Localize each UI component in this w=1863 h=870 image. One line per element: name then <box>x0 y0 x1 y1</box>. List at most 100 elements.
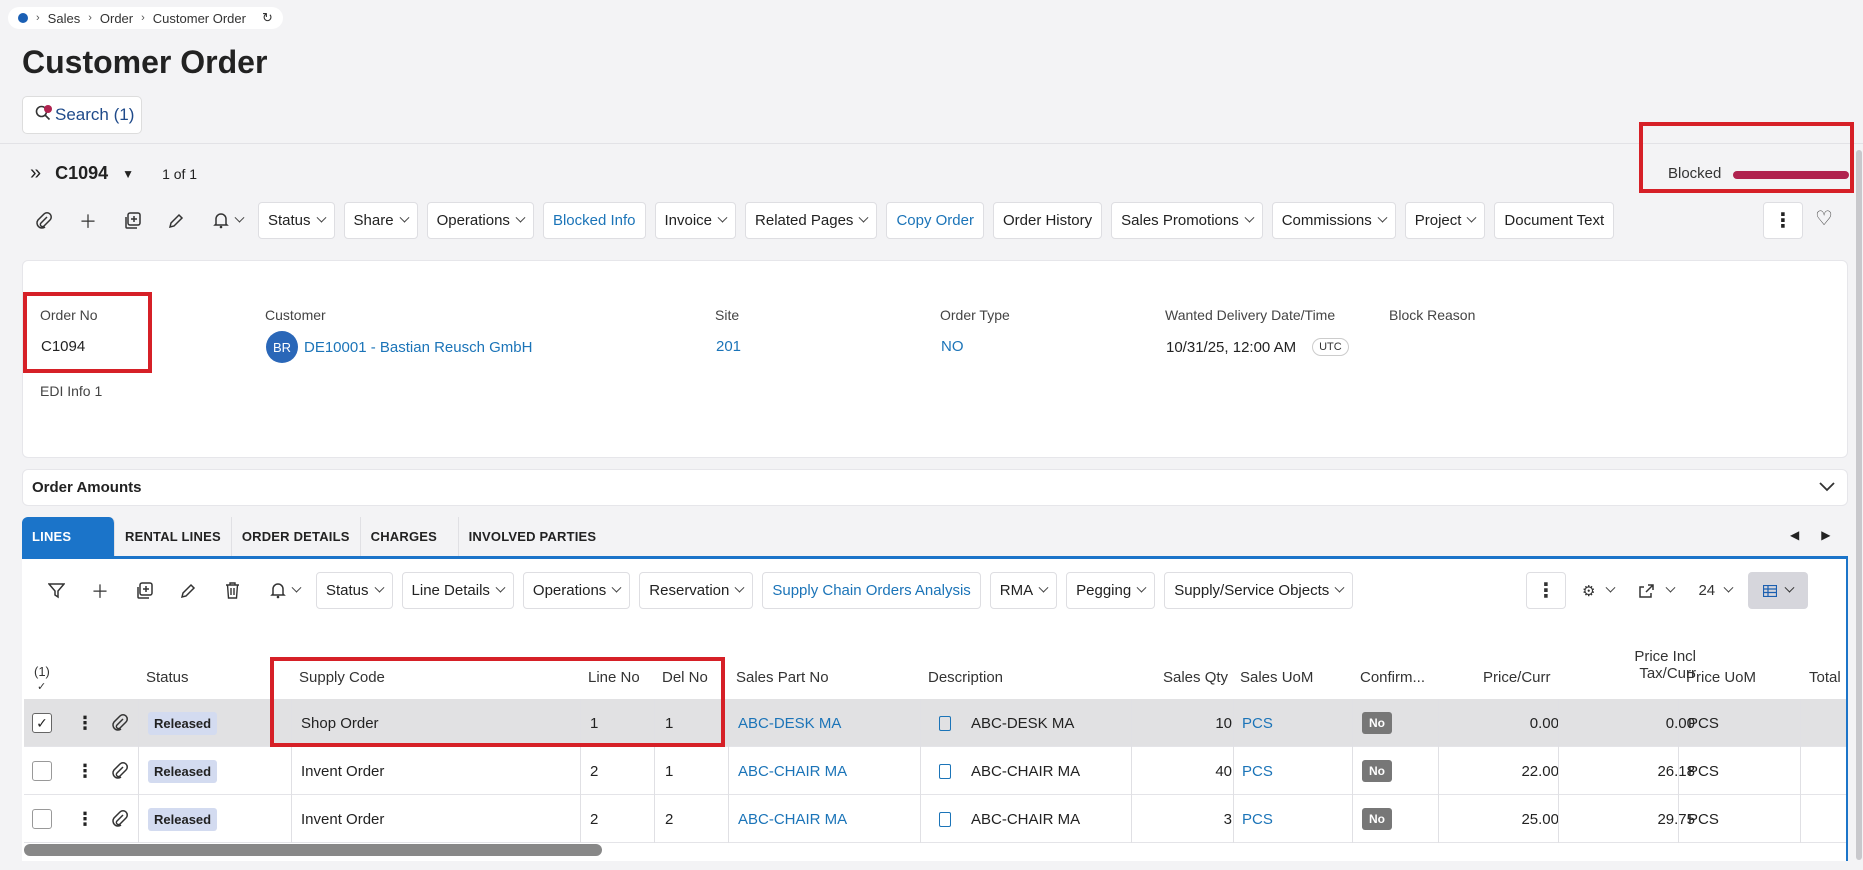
add-icon[interactable]: ＋ <box>78 572 122 609</box>
table-view-icon[interactable] <box>1748 572 1809 609</box>
expand-panel-icon[interactable]: » <box>30 162 41 185</box>
row-menu-icon[interactable]: ⋮ <box>76 795 94 843</box>
favorite-heart-icon[interactable]: ♡ <box>1815 206 1833 231</box>
commissions-button[interactable]: Commissions <box>1271 202 1396 239</box>
share-button[interactable]: Share <box>343 202 418 239</box>
sales-part-link[interactable]: ABC-CHAIR MA <box>738 747 847 795</box>
blocked-info-button[interactable]: Blocked Info <box>542 202 646 239</box>
tab-involved-parties[interactable]: INVOLVED PARTIES <box>458 517 607 556</box>
more-options-icon[interactable]: ⋮ <box>1526 572 1566 609</box>
check-icon[interactable]: ✓ <box>32 713 52 733</box>
breadcrumb-item-sales[interactable]: Sales <box>48 11 81 26</box>
row-menu-icon[interactable]: ⋮ <box>76 699 94 747</box>
supply-chain-orders-analysis-button[interactable]: Supply Chain Orders Analysis <box>762 572 981 609</box>
status-button[interactable]: Status <box>258 202 335 239</box>
search-button[interactable]: Search (1) <box>22 96 142 134</box>
export-icon[interactable] <box>1630 572 1682 609</box>
settings-gear-icon[interactable]: ⚙ <box>1574 572 1622 609</box>
table-row[interactable]: ⋮ Released Invent Order 2 1 ABC-CHAIR MA… <box>24 747 1846 795</box>
tab-order-details[interactable]: ORDER DETAILS <box>231 517 361 556</box>
vertical-scrollbar[interactable] <box>1856 150 1862 860</box>
description-cell: ABC-CHAIR MA <box>939 795 1080 843</box>
column-header-price-uom[interactable]: Price UoM <box>1686 669 1756 686</box>
column-header-total[interactable]: Total <box>1809 669 1841 686</box>
attachment-icon[interactable] <box>22 202 66 239</box>
document-icon[interactable] <box>939 763 951 779</box>
search-label: Search (1) <box>55 105 135 124</box>
project-button[interactable]: Project <box>1404 202 1486 239</box>
add-icon[interactable]: ＋ <box>66 202 110 239</box>
sales-uom-link[interactable]: PCS <box>1242 747 1273 795</box>
row-menu-icon[interactable]: ⋮ <box>76 747 94 795</box>
row-checkbox[interactable] <box>32 747 52 795</box>
bell-icon[interactable] <box>254 572 316 609</box>
edit-icon[interactable] <box>166 572 210 609</box>
tab-lines[interactable]: LINES <box>22 517 115 556</box>
lines-operations-button[interactable]: Operations <box>522 572 631 609</box>
related-pages-button[interactable]: Related Pages <box>745 202 878 239</box>
column-header-confirm[interactable]: Confirm... <box>1360 669 1425 686</box>
pegging-button[interactable]: Pegging <box>1066 572 1156 609</box>
site-link[interactable]: 201 <box>716 338 741 355</box>
sales-part-link[interactable]: ABC-DESK MA <box>738 699 841 747</box>
customer-link[interactable]: DE10001 - Bastian Reusch GmbH <box>304 339 532 356</box>
page-size-select[interactable]: 24 <box>1690 572 1740 609</box>
record-id[interactable]: C1094 <box>55 163 108 184</box>
caret-down-icon[interactable]: ▼ <box>122 167 134 181</box>
arrow-right-icon[interactable]: ▶ <box>1821 528 1830 542</box>
row-checkbox[interactable] <box>32 795 52 843</box>
breadcrumb-item-order[interactable]: Order <box>100 11 133 26</box>
edit-icon[interactable] <box>154 202 198 239</box>
filter-icon[interactable] <box>34 572 78 609</box>
lines-status-button[interactable]: Status <box>316 572 393 609</box>
column-header-price-curr[interactable]: Price/Curr <box>1483 669 1551 686</box>
operations-button[interactable]: Operations <box>426 202 534 239</box>
order-amounts-panel[interactable]: Order Amounts <box>22 469 1848 506</box>
sales-uom-link[interactable]: PCS <box>1242 699 1273 747</box>
refresh-icon[interactable]: ↻ <box>262 10 273 26</box>
order-history-button[interactable]: Order History <box>992 202 1103 239</box>
document-text-button[interactable]: Document Text <box>1494 202 1615 239</box>
column-header-status[interactable]: Status <box>146 669 189 686</box>
copy-order-button[interactable]: Copy Order <box>886 202 984 239</box>
column-header-price-incl[interactable]: Price Incl Tax/Curr <box>1610 648 1696 682</box>
page-title: Customer Order <box>22 44 268 80</box>
delete-icon[interactable] <box>210 572 254 609</box>
select-all-check-icon[interactable]: ✓ <box>37 680 46 693</box>
duplicate-icon[interactable] <box>110 202 154 239</box>
attachment-icon[interactable] <box>112 795 128 843</box>
divider <box>0 143 1863 144</box>
price-uom-cell: PCS <box>1688 810 1719 828</box>
line-no-cell: 2 <box>590 810 599 828</box>
table-row[interactable]: ⋮ Released Invent Order 2 2 ABC-CHAIR MA… <box>24 795 1846 843</box>
invoice-button[interactable]: Invoice <box>654 202 737 239</box>
sales-qty-cell: 40 <box>1215 762 1232 780</box>
sales-part-link[interactable]: ABC-CHAIR MA <box>738 795 847 843</box>
document-icon[interactable] <box>939 811 951 827</box>
more-options-icon[interactable]: ⋮ <box>1763 202 1803 239</box>
tab-charges[interactable]: CHARGES <box>360 517 459 556</box>
tab-rental-lines[interactable]: RENTAL LINES <box>115 517 232 556</box>
column-header-description[interactable]: Description <box>928 669 1003 686</box>
bell-icon[interactable] <box>198 202 258 239</box>
order-type-link[interactable]: NO <box>941 338 964 355</box>
chevron-down-icon[interactable] <box>1819 479 1835 496</box>
attachment-icon[interactable] <box>112 699 128 747</box>
reservation-button[interactable]: Reservation <box>639 572 754 609</box>
column-header-sales-qty[interactable]: Sales Qty <box>1163 669 1228 686</box>
sales-promotions-button[interactable]: Sales Promotions <box>1111 202 1263 239</box>
sales-uom-link[interactable]: PCS <box>1242 795 1273 843</box>
column-header-sales-uom[interactable]: Sales UoM <box>1240 669 1313 686</box>
horizontal-scrollbar[interactable] <box>24 844 602 856</box>
line-details-button[interactable]: Line Details <box>401 572 514 609</box>
home-icon[interactable] <box>18 13 28 23</box>
document-icon[interactable] <box>939 715 951 731</box>
rma-button[interactable]: RMA <box>989 572 1058 609</box>
arrow-left-icon[interactable]: ◀ <box>1790 528 1799 542</box>
supply-service-objects-button[interactable]: Supply/Service Objects <box>1164 572 1354 609</box>
row-checkbox[interactable]: ✓ <box>32 699 52 747</box>
wanted-delivery-label: Wanted Delivery Date/Time <box>1165 307 1336 323</box>
duplicate-icon[interactable] <box>122 572 166 609</box>
column-header-sales-part-no[interactable]: Sales Part No <box>736 669 829 686</box>
attachment-icon[interactable] <box>112 747 128 795</box>
